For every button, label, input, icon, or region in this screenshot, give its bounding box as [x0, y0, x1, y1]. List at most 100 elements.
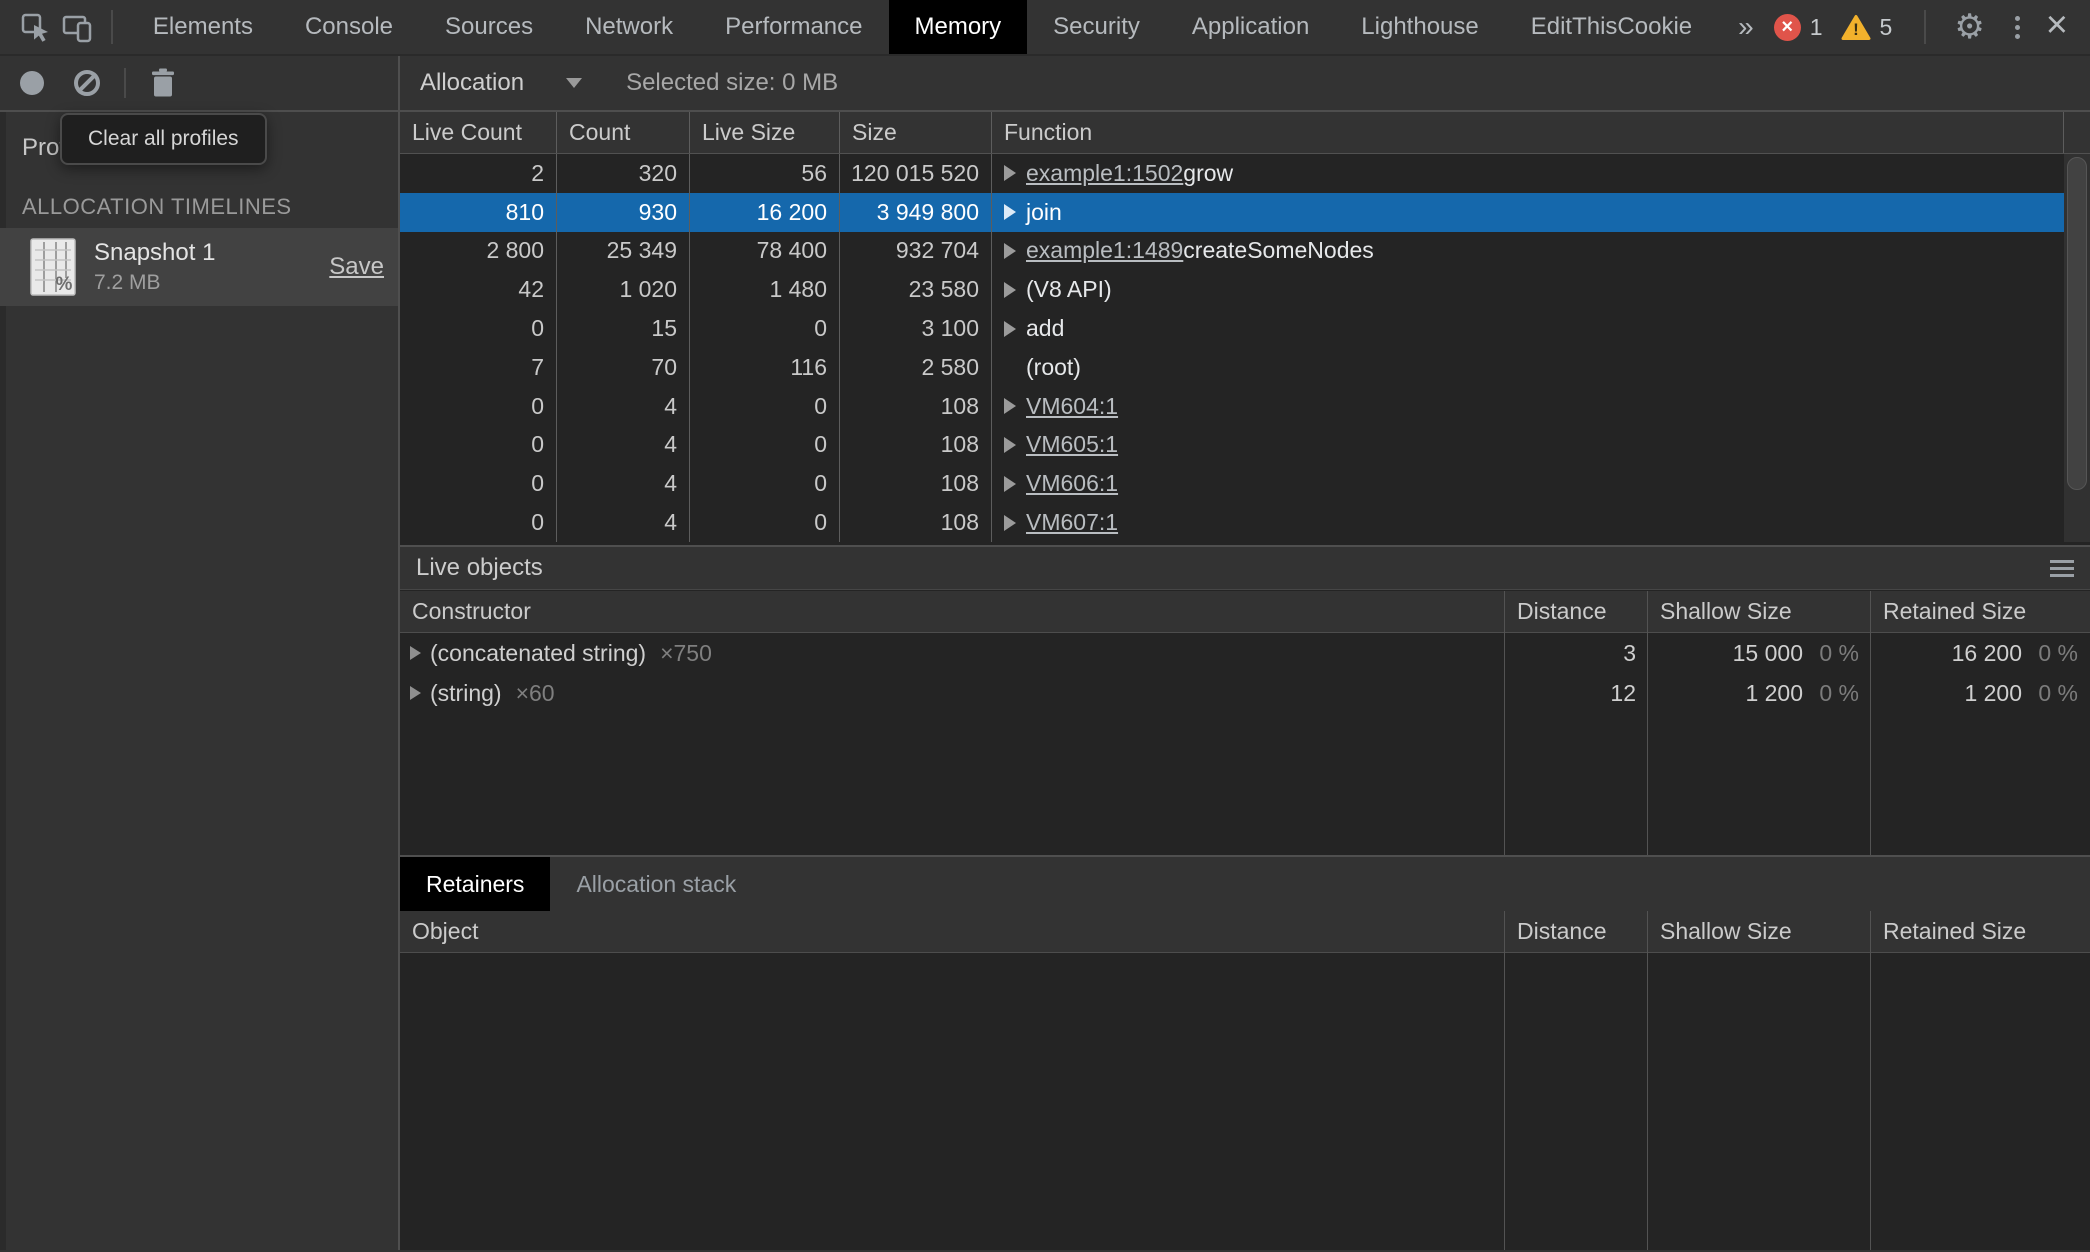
- expand-triangle-icon[interactable]: [1004, 515, 1016, 531]
- view-controls: Allocation Selected size: 0 MB: [400, 56, 2090, 110]
- source-link[interactable]: VM607:1: [1026, 509, 1118, 536]
- error-badge-icon[interactable]: ×: [1774, 14, 1801, 41]
- tab-memory[interactable]: Memory: [889, 0, 1028, 54]
- table-row[interactable]: 42 1 020 1 480 23 580 (V8 API): [400, 270, 2064, 309]
- save-snapshot-link[interactable]: Save: [329, 253, 384, 281]
- error-count[interactable]: 1: [1810, 14, 1823, 41]
- view-mode-select[interactable]: Allocation: [420, 69, 524, 97]
- memory-main-panel: Live Count Count Live Size Size Function…: [400, 112, 2090, 1250]
- scrollbar-thumb[interactable]: [2067, 157, 2087, 490]
- column-divider: [1870, 591, 1871, 855]
- column-header-live-count[interactable]: Live Count: [400, 112, 557, 153]
- cell-live-size: 0: [690, 464, 840, 503]
- clear-profiles-button[interactable]: [74, 70, 100, 96]
- expand-triangle-icon[interactable]: [1004, 165, 1016, 181]
- vertical-scrollbar[interactable]: [2064, 154, 2090, 542]
- cell-size: 3 949 800: [840, 193, 992, 232]
- expand-triangle-icon[interactable]: [1004, 437, 1016, 453]
- source-link[interactable]: example1:1489: [1026, 237, 1183, 264]
- toggle-device-toolbar-button[interactable]: [56, 0, 98, 54]
- expand-triangle-icon[interactable]: [1004, 243, 1016, 259]
- source-link[interactable]: VM606:1: [1026, 470, 1118, 497]
- cell-function: example1:1489 createSomeNodes: [992, 232, 2064, 271]
- table-row[interactable]: (concatenated string) ×750 3 15 000 0 % …: [400, 633, 2090, 673]
- retainers-header: Object Distance Shallow Size Retained Si…: [400, 911, 2090, 953]
- snapshot-list-item[interactable]: % Snapshot 1 7.2 MB Save: [0, 228, 398, 306]
- cell-function: VM604:1: [992, 387, 2064, 426]
- cell-count: 70: [557, 348, 690, 387]
- column-header-object[interactable]: Object: [400, 911, 1505, 952]
- tab-console[interactable]: Console: [279, 0, 419, 54]
- column-header-function[interactable]: Function: [992, 112, 2064, 153]
- cell-live-count: 0: [400, 387, 557, 426]
- retained-size-value: 16 200: [1952, 640, 2022, 667]
- expand-triangle-icon[interactable]: [1004, 398, 1016, 414]
- table-row[interactable]: 7 70 116 2 580 (root): [400, 348, 2064, 387]
- column-header-size[interactable]: Size: [840, 112, 992, 153]
- source-link[interactable]: VM605:1: [1026, 431, 1118, 458]
- live-objects-title: Live objects: [416, 554, 543, 582]
- inspect-cursor-icon: [19, 11, 51, 43]
- column-divider: [1647, 591, 1648, 855]
- table-row[interactable]: 2 800 25 349 78 400 932 704 example1:148…: [400, 232, 2064, 271]
- inspect-element-button[interactable]: [14, 0, 56, 54]
- instance-count: ×750: [660, 640, 712, 667]
- column-header-shallow-size[interactable]: Shallow Size: [1648, 911, 1871, 952]
- tab-sources[interactable]: Sources: [419, 0, 559, 54]
- tab-retainers[interactable]: Retainers: [400, 857, 550, 911]
- expand-triangle-icon[interactable]: [410, 686, 421, 700]
- table-row[interactable]: 0 4 0 108 VM605:1: [400, 426, 2064, 465]
- expand-triangle-icon[interactable]: [1004, 321, 1016, 337]
- table-row[interactable]: 0 4 0 108 VM606:1: [400, 464, 2064, 503]
- tab-elements[interactable]: Elements: [127, 0, 279, 54]
- instance-count: ×60: [516, 680, 555, 707]
- tab-lighthouse[interactable]: Lighthouse: [1335, 0, 1504, 54]
- tab-application[interactable]: Application: [1166, 0, 1335, 54]
- cell-live-count: 42: [400, 270, 557, 309]
- table-row[interactable]: (string) ×60 12 1 200 0 % 1 200 0 %: [400, 673, 2090, 713]
- column-header-count[interactable]: Count: [557, 112, 690, 153]
- tooltip-clear-all-profiles: Clear all profiles: [60, 113, 267, 165]
- table-row[interactable]: 0 15 0 3 100 add: [400, 309, 2064, 348]
- record-button[interactable]: [20, 71, 44, 95]
- expand-triangle-icon[interactable]: [1004, 204, 1016, 220]
- toolbar-separator: [124, 68, 126, 98]
- table-row[interactable]: 0 4 0 108 VM607:1: [400, 503, 2064, 542]
- cell-live-size: 16 200: [690, 193, 840, 232]
- column-header-distance[interactable]: Distance: [1505, 911, 1648, 952]
- tabbar-right-cluster: × 1 ! 5 ⚙ ×: [1774, 6, 2090, 48]
- warning-count[interactable]: 5: [1880, 14, 1893, 41]
- tab-security[interactable]: Security: [1027, 0, 1166, 54]
- table-row[interactable]: 2 320 56 120 015 520 example1:1502 grow: [400, 154, 2064, 193]
- column-header-distance[interactable]: Distance: [1505, 591, 1648, 632]
- cell-function: VM605:1: [992, 426, 2064, 465]
- tab-editthiscookie[interactable]: EditThisCookie: [1505, 0, 1718, 54]
- chevron-down-icon[interactable]: [566, 78, 582, 88]
- cell-count: 15: [557, 309, 690, 348]
- cell-function: VM606:1: [992, 464, 2064, 503]
- column-header-retained-size[interactable]: Retained Size: [1871, 911, 2090, 952]
- source-link[interactable]: VM604:1: [1026, 393, 1118, 420]
- table-row[interactable]: 0 4 0 108 VM604:1: [400, 387, 2064, 426]
- column-header-live-size[interactable]: Live Size: [690, 112, 840, 153]
- column-header-constructor[interactable]: Constructor: [400, 591, 1505, 632]
- source-link[interactable]: example1:1502: [1026, 160, 1183, 187]
- settings-gear-icon[interactable]: ⚙: [1940, 7, 1998, 47]
- hamburger-menu-icon[interactable]: [2050, 560, 2074, 577]
- delete-profile-button[interactable]: [150, 68, 176, 98]
- expand-triangle-icon[interactable]: [1004, 476, 1016, 492]
- table-row-selected[interactable]: 810 930 16 200 3 949 800 join: [400, 193, 2064, 232]
- expand-triangle-icon[interactable]: [1004, 282, 1016, 298]
- kebab-menu-icon[interactable]: [1999, 16, 2036, 39]
- expand-triangle-icon[interactable]: [410, 646, 421, 660]
- warning-triangle-icon[interactable]: !: [1841, 14, 1871, 41]
- tab-performance[interactable]: Performance: [699, 0, 888, 54]
- tab-allocation-stack[interactable]: Allocation stack: [550, 857, 762, 911]
- close-icon[interactable]: ×: [2036, 6, 2074, 48]
- tab-network[interactable]: Network: [559, 0, 699, 54]
- column-header-retained-size[interactable]: Retained Size: [1871, 591, 2090, 632]
- allocation-grid-rows: 2 320 56 120 015 520 example1:1502 grow …: [400, 154, 2090, 542]
- live-objects-titlebar: Live objects: [400, 547, 2090, 590]
- more-tabs-icon[interactable]: »: [1718, 11, 1774, 43]
- column-header-shallow-size[interactable]: Shallow Size: [1648, 591, 1871, 632]
